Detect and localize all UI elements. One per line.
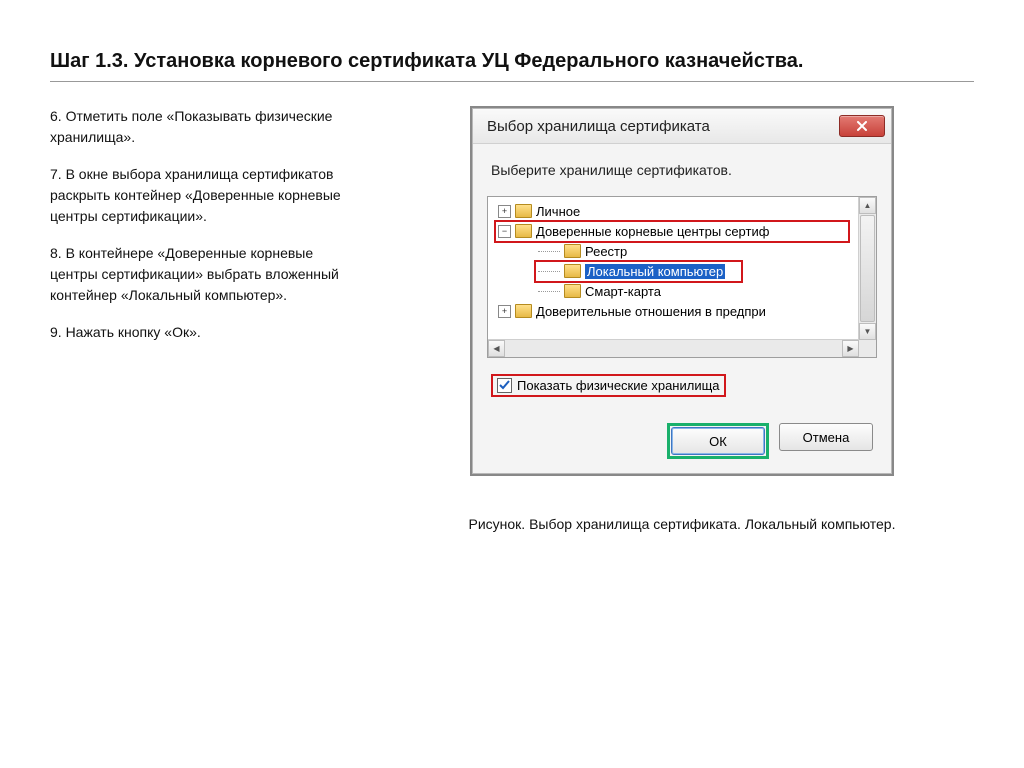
tree-item-personal[interactable]: + Личное — [490, 201, 874, 221]
folder-icon — [564, 244, 581, 258]
step-6: 6. Отметить поле «Показывать физические … — [50, 106, 350, 148]
step-8: 8. В контейнере «Доверенные корневые цен… — [50, 243, 350, 306]
scroll-corner — [859, 340, 876, 357]
scroll-left-icon[interactable]: ◀ — [488, 340, 505, 357]
folder-icon — [515, 204, 532, 218]
tree-label: Реестр — [585, 244, 627, 259]
expander-icon[interactable]: − — [498, 225, 511, 238]
expander-icon[interactable]: + — [498, 305, 511, 318]
tree-label: Доверительные отношения в предпри — [536, 304, 766, 319]
dialog-instruction: Выберите хранилище сертификатов. — [491, 162, 877, 178]
close-icon — [857, 121, 867, 131]
show-physical-stores-checkbox[interactable] — [497, 378, 512, 393]
highlight-green: ОК — [667, 423, 769, 459]
tree-item-smart-card[interactable]: Смарт-карта — [490, 281, 874, 301]
instructions: 6. Отметить поле «Показывать физические … — [50, 106, 350, 532]
tree-connector — [538, 246, 564, 257]
step-9: 9. Нажать кнопку «Ок». — [50, 322, 350, 343]
horizontal-scrollbar[interactable]: ◀ ▶ — [488, 339, 859, 357]
folder-icon — [564, 284, 581, 298]
tree-label: Доверенные корневые центры сертиф — [536, 224, 769, 239]
folder-icon — [515, 304, 532, 318]
tree-view[interactable]: + Личное − Доверенные корневые центры се… — [487, 196, 877, 358]
title-underline — [50, 81, 974, 82]
cancel-button[interactable]: Отмена — [779, 423, 873, 451]
tree-item-registry[interactable]: Реестр — [490, 241, 874, 261]
expander-icon[interactable]: + — [498, 205, 511, 218]
tree-item-trusted-relations[interactable]: + Доверительные отношения в предпри — [490, 301, 874, 321]
step-7: 7. В окне выбора хранилища сертификатов … — [50, 164, 350, 227]
tree-label: Смарт-карта — [585, 284, 661, 299]
page-title: Шаг 1.3. Установка корневого сертификата… — [50, 50, 974, 73]
scroll-up-icon[interactable]: ▲ — [859, 197, 876, 214]
scroll-down-icon[interactable]: ▼ — [859, 323, 876, 340]
close-button[interactable] — [839, 115, 885, 137]
tree-item-trusted-root[interactable]: − Доверенные корневые центры сертиф — [490, 221, 874, 241]
checkbox-label: Показать физические хранилища — [517, 378, 720, 393]
tree-item-local-computer[interactable]: Локальный компьютер — [490, 261, 874, 281]
tree-label: Личное — [536, 204, 580, 219]
scroll-thumb[interactable] — [860, 215, 875, 322]
highlight-red: Показать физические хранилища — [491, 374, 726, 397]
vertical-scrollbar[interactable]: ▲ ▼ — [858, 197, 876, 340]
tree-label-selected: Локальный компьютер — [585, 264, 725, 279]
folder-icon — [515, 224, 532, 238]
titlebar: Выбор хранилища сертификата — [473, 109, 891, 144]
ok-button[interactable]: ОК — [671, 427, 765, 455]
dialog-frame: Выбор хранилища сертификата Выберите хра… — [470, 106, 894, 476]
tree-connector — [538, 266, 564, 277]
folder-icon — [564, 264, 581, 278]
check-icon — [499, 380, 510, 391]
tree-connector — [538, 286, 564, 297]
dialog-title: Выбор хранилища сертификата — [487, 118, 710, 135]
dialog: Выбор хранилища сертификата Выберите хра… — [472, 108, 892, 474]
figure-caption: Рисунок. Выбор хранилища сертификата. Ло… — [469, 516, 896, 532]
scroll-right-icon[interactable]: ▶ — [842, 340, 859, 357]
